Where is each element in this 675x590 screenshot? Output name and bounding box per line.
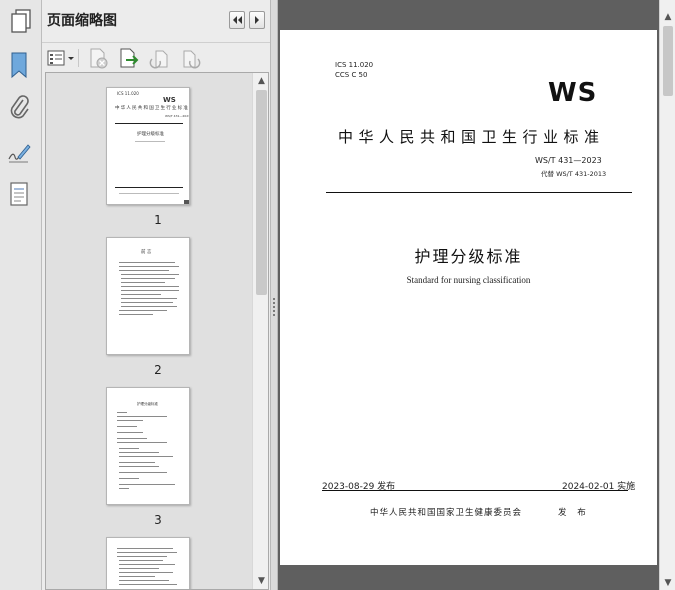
page-thumbnail-1[interactable]: ICS 11.020 WS 中华人民共和国卫生行业标准 WS/T 431—202… bbox=[106, 87, 190, 205]
insert-page-button[interactable] bbox=[117, 47, 141, 69]
footer-rule bbox=[322, 490, 628, 491]
thumb-org: 中华人民共和国卫生行业标准 bbox=[115, 106, 190, 111]
scrollbar-thumb[interactable] bbox=[663, 26, 673, 96]
ccs-code: CCS C 50 bbox=[335, 71, 368, 79]
options-menu-button[interactable] bbox=[46, 47, 76, 69]
bookmark-icon[interactable] bbox=[6, 50, 32, 80]
thumb-title: 护理分级标准 bbox=[137, 132, 164, 137]
attachment-icon[interactable] bbox=[6, 93, 32, 123]
standard-code: WS/T 431—2023 bbox=[535, 156, 602, 165]
page-thumbnail-2[interactable]: 前 言 bbox=[106, 237, 190, 355]
page-number-1: 1 bbox=[154, 213, 162, 227]
navigation-pane-strip bbox=[0, 0, 42, 590]
scroll-up-icon[interactable]: ▲ bbox=[253, 73, 268, 89]
publisher: 中华人民共和国国家卫生健康委员会 bbox=[370, 508, 523, 518]
thumbnail-scrollbar[interactable]: ▲ ▼ bbox=[252, 73, 268, 589]
replaces-standard: 代替 WS/T 431-2013 bbox=[541, 170, 607, 178]
scroll-up-icon[interactable]: ▲ bbox=[660, 10, 675, 24]
document-title-en: Standard for nursing classification bbox=[406, 275, 531, 285]
document-scrollbar[interactable]: ▲ ▼ bbox=[659, 0, 675, 590]
scroll-down-icon[interactable]: ▼ bbox=[253, 573, 268, 589]
page-number-3: 3 bbox=[154, 513, 162, 527]
content-icon[interactable] bbox=[6, 180, 32, 210]
double-left-arrow-icon bbox=[233, 16, 242, 24]
thumb-logo: WS bbox=[163, 96, 176, 104]
page-thumbnail-3[interactable]: 护理分级标准 bbox=[106, 387, 190, 505]
delete-page-icon bbox=[90, 48, 108, 69]
ws-logo: WS bbox=[548, 78, 598, 108]
panel-title: 页面缩略图 bbox=[47, 13, 117, 29]
header-rule bbox=[326, 192, 632, 193]
document-title-cn: 护理分级标准 bbox=[414, 247, 523, 266]
ics-code: ICS 11.020 bbox=[335, 61, 374, 69]
toolbar-separator bbox=[78, 49, 79, 67]
expand-panel-button[interactable] bbox=[249, 11, 265, 29]
thumb-heading: 护理分级标准 bbox=[137, 402, 158, 406]
thumb-heading: 前 言 bbox=[141, 250, 152, 255]
signature-icon[interactable] bbox=[6, 137, 32, 167]
scrollbar-thumb[interactable] bbox=[256, 90, 267, 295]
pages-panel-icon[interactable] bbox=[7, 7, 35, 35]
rotate-right-button[interactable] bbox=[179, 47, 203, 69]
document-page: ICS 11.020 CCS C 50 WS 中华人民共和国卫生行业标准 WS/… bbox=[280, 30, 657, 565]
panel-splitter[interactable] bbox=[270, 0, 278, 590]
classification-codes: ICS 11.020 CCS C 50 bbox=[335, 60, 373, 80]
list-options-icon bbox=[47, 50, 74, 66]
document-view: ICS 11.020 CCS C 50 WS 中华人民共和国卫生行业标准 WS/… bbox=[278, 0, 659, 590]
page-number-2: 2 bbox=[154, 363, 162, 377]
rotate-left-icon bbox=[149, 50, 168, 69]
thumbnail-panel: 页面缩略图 ICS 11.020 WS 中华人民共和国卫生行业标准 WS/T 4… bbox=[42, 0, 270, 590]
page-thumbnail-4[interactable] bbox=[106, 537, 190, 589]
rotate-right-icon bbox=[183, 50, 201, 69]
rotate-left-button[interactable] bbox=[148, 47, 172, 69]
collapse-panel-button[interactable] bbox=[229, 11, 245, 29]
panel-toolbar bbox=[42, 42, 270, 72]
insert-page-icon bbox=[120, 48, 139, 68]
thumbnail-list[interactable]: ICS 11.020 WS 中华人民共和国卫生行业标准 WS/T 431—202… bbox=[45, 72, 269, 590]
issuing-standard-type: 中华人民共和国卫生行业标准 bbox=[338, 128, 605, 146]
delete-pages-button[interactable] bbox=[86, 47, 110, 69]
publish-label: 发 布 bbox=[558, 508, 590, 518]
right-arrow-icon bbox=[255, 16, 259, 24]
scroll-down-icon[interactable]: ▼ bbox=[660, 576, 675, 590]
